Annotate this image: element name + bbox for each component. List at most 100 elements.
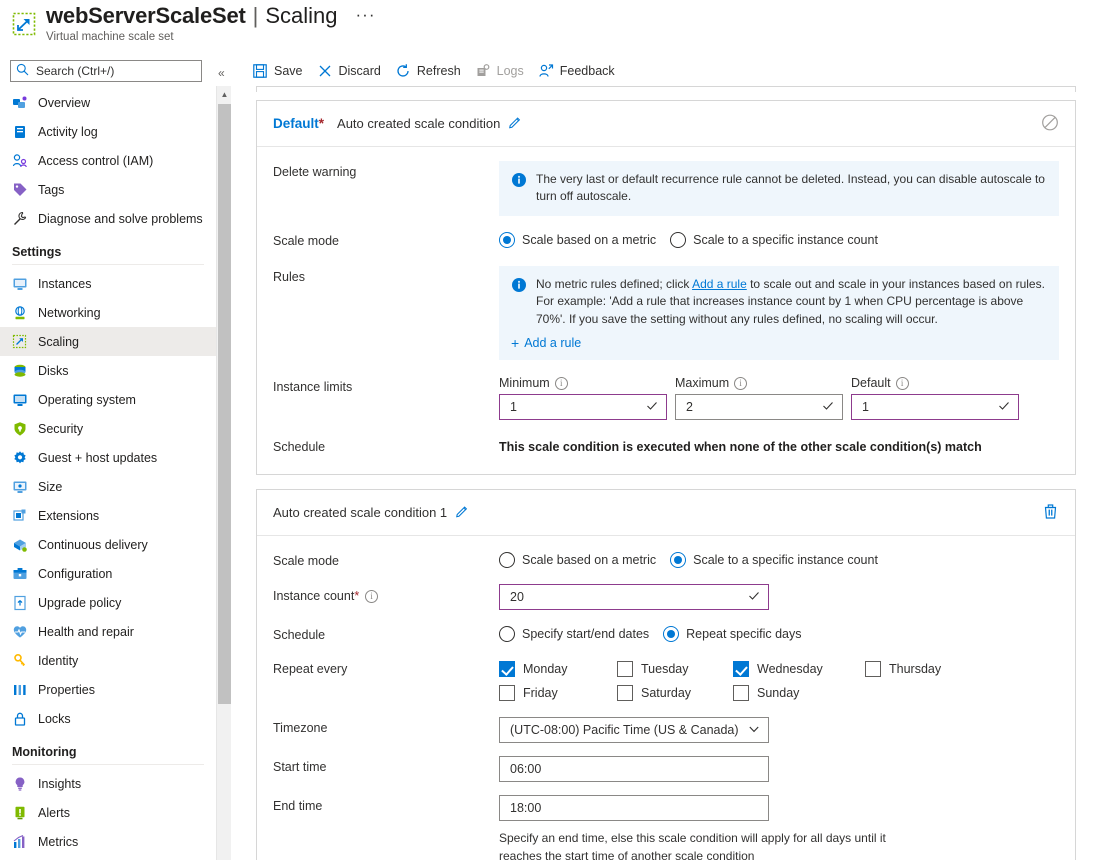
checkbox-saturday[interactable]: Saturday bbox=[617, 685, 733, 702]
radio-indicator[interactable] bbox=[499, 231, 515, 248]
sidebar-item-tags[interactable]: Tags bbox=[0, 175, 216, 204]
radio-indicator[interactable] bbox=[670, 231, 687, 248]
sidebar-item-label: Overview bbox=[38, 95, 91, 110]
sidebar-item-health-and-repair[interactable]: Health and repair bbox=[0, 617, 216, 646]
c1-radio-scale-based-on-metric[interactable]: Scale based on a metric bbox=[499, 552, 656, 569]
sidebar-item-identity[interactable]: Identity bbox=[0, 646, 216, 675]
sidebar-item-continuous-delivery[interactable]: Continuous delivery bbox=[0, 530, 216, 559]
c1-radio-scale-to-specific-count[interactable]: Scale to a specific instance count bbox=[670, 552, 878, 569]
info-tooltip-icon[interactable]: i bbox=[895, 376, 909, 390]
checkbox-tuesday[interactable]: Tuesday bbox=[617, 661, 733, 678]
sidebar-item-activity-log[interactable]: Activity log bbox=[0, 117, 216, 146]
checkbox-indicator[interactable] bbox=[617, 661, 633, 678]
day-label: Tuesday bbox=[641, 662, 689, 677]
checkbox-indicator[interactable] bbox=[499, 685, 515, 702]
sidebar-item-networking[interactable]: Networking bbox=[0, 298, 216, 327]
default-limit-input[interactable] bbox=[860, 399, 998, 416]
checkbox-indicator[interactable] bbox=[617, 685, 633, 702]
info-tooltip-icon[interactable]: i bbox=[554, 376, 568, 390]
maximum-input-wrap[interactable] bbox=[675, 394, 843, 421]
health-heart-icon bbox=[13, 625, 27, 637]
minimum-input-wrap[interactable] bbox=[499, 394, 667, 421]
radio-repeat-specific-days[interactable]: Repeat specific days bbox=[663, 626, 802, 643]
refresh-button[interactable]: Refresh bbox=[391, 59, 471, 83]
checkbox-indicator[interactable] bbox=[733, 685, 749, 702]
minimum-input[interactable] bbox=[508, 399, 646, 416]
radio-label: Scale based on a metric bbox=[522, 232, 657, 247]
pencil-icon[interactable] bbox=[455, 504, 469, 521]
start-time-input-wrap[interactable] bbox=[499, 756, 769, 783]
sidebar-item-overview[interactable]: Overview bbox=[0, 88, 216, 117]
info-tooltip-icon[interactable]: i bbox=[734, 376, 748, 390]
configuration-icon bbox=[13, 567, 27, 579]
sidebar-item-locks[interactable]: Locks bbox=[0, 704, 216, 733]
radio-indicator[interactable] bbox=[499, 626, 515, 643]
checkbox-sunday[interactable]: Sunday bbox=[733, 685, 865, 702]
sidebar-item-alerts[interactable]: Alerts bbox=[0, 798, 216, 827]
add-a-rule-button[interactable]: + Add a rule bbox=[511, 334, 1045, 352]
sidebar-scrollbar[interactable]: ▲ ▼ bbox=[216, 86, 231, 860]
default-limit-input-wrap[interactable] bbox=[851, 394, 1019, 421]
end-time-input-wrap[interactable] bbox=[499, 795, 769, 822]
instance-limits-field: Minimum i 1 Maximum i 2 Default i 1 bbox=[499, 376, 1059, 421]
feedback-button[interactable]: Feedback bbox=[534, 59, 625, 83]
radio-indicator[interactable] bbox=[670, 552, 687, 569]
timezone-select-wrap[interactable] bbox=[499, 717, 769, 744]
sidebar-item-access-control[interactable]: Access control (IAM) bbox=[0, 146, 216, 175]
end-time-input[interactable] bbox=[508, 800, 760, 817]
sidebar-item-metrics[interactable]: Metrics bbox=[0, 827, 216, 856]
sidebar-item-diagnose[interactable]: Diagnose and solve problems bbox=[0, 204, 216, 233]
checkbox-wednesday[interactable]: Wednesday bbox=[733, 661, 865, 678]
sidebar-item-disks[interactable]: Disks bbox=[0, 356, 216, 385]
instance-count-input-wrap[interactable] bbox=[499, 584, 769, 611]
default-limit-field-col: Default i bbox=[851, 376, 1019, 421]
sidebar-item-upgrade-policy[interactable]: Upgrade policy bbox=[0, 588, 216, 617]
radio-indicator[interactable] bbox=[499, 552, 515, 569]
timezone-select[interactable] bbox=[508, 722, 748, 739]
condition-1-header: Auto created scale condition 1 bbox=[257, 490, 1075, 537]
radio-indicator[interactable] bbox=[663, 626, 680, 643]
radio-scale-to-specific-count[interactable]: Scale to a specific instance count bbox=[670, 231, 878, 248]
radio-scale-based-on-metric[interactable]: Scale based on a metric bbox=[499, 231, 657, 248]
default-schedule-note: This scale condition is executed when no… bbox=[499, 440, 982, 455]
radio-specify-start-end-dates[interactable]: Specify start/end dates bbox=[499, 626, 649, 643]
sidebar-item-instances[interactable]: Instances bbox=[0, 269, 216, 298]
checkbox-monday[interactable]: Monday bbox=[499, 661, 617, 678]
scroll-up-arrow-icon[interactable]: ▲ bbox=[217, 86, 232, 102]
sidebar-item-properties[interactable]: Properties bbox=[0, 675, 216, 704]
start-time-input[interactable] bbox=[508, 761, 760, 778]
checkbox-friday[interactable]: Friday bbox=[499, 685, 617, 702]
sidebar-item-operating-system[interactable]: Operating system bbox=[0, 385, 216, 414]
sidebar-item-scaling[interactable]: Scaling bbox=[0, 327, 216, 356]
search-input[interactable] bbox=[34, 63, 194, 79]
sidebar-item-extensions[interactable]: Extensions bbox=[0, 501, 216, 530]
logs-button[interactable]: Logs bbox=[471, 59, 534, 83]
checkbox-thursday[interactable]: Thursday bbox=[865, 661, 985, 678]
search-box[interactable] bbox=[10, 60, 202, 82]
sidebar-item-guest-host-updates[interactable]: Guest + host updates bbox=[0, 443, 216, 472]
save-button[interactable]: Save bbox=[248, 59, 313, 83]
scrollbar-thumb[interactable] bbox=[218, 104, 231, 704]
sidebar-item-security[interactable]: Security bbox=[0, 414, 216, 443]
day-label: Monday bbox=[523, 662, 568, 677]
pencil-icon[interactable] bbox=[508, 115, 522, 132]
sidebar-item-label: Networking bbox=[38, 305, 101, 320]
sidebar-item-configuration[interactable]: Configuration bbox=[0, 559, 216, 588]
default-condition-header: Default* Auto created scale condition bbox=[257, 101, 1075, 147]
trash-icon[interactable] bbox=[1042, 503, 1059, 523]
instance-count-input[interactable] bbox=[508, 589, 748, 606]
more-menu-ellipsis[interactable]: ··· bbox=[356, 5, 376, 25]
add-a-rule-inline-link[interactable]: Add a rule bbox=[692, 277, 747, 291]
scaling-icon bbox=[12, 334, 28, 350]
minimum-label-wrap: Minimum i bbox=[499, 376, 667, 390]
chevron-down-icon[interactable] bbox=[748, 723, 760, 738]
collapse-sidebar-button[interactable]: « bbox=[218, 66, 225, 80]
checkbox-indicator[interactable] bbox=[733, 661, 749, 678]
sidebar-item-size[interactable]: Size bbox=[0, 472, 216, 501]
info-tooltip-icon[interactable]: i bbox=[365, 589, 379, 603]
discard-button[interactable]: Discard bbox=[313, 59, 391, 83]
maximum-input[interactable] bbox=[684, 399, 822, 416]
sidebar-item-insights[interactable]: Insights bbox=[0, 769, 216, 798]
checkbox-indicator[interactable] bbox=[865, 661, 881, 678]
checkbox-indicator[interactable] bbox=[499, 661, 515, 678]
